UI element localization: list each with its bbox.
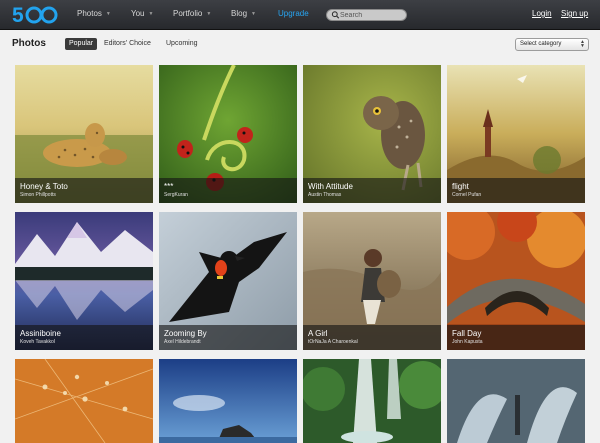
photo-image (303, 359, 441, 443)
photo-author: John Kapusta (452, 339, 483, 345)
photo-title: Assiniboine (20, 329, 61, 338)
tab-upcoming[interactable]: Upcoming (166, 38, 198, 50)
tab-editors-choice[interactable]: Editors' Choice (104, 38, 151, 50)
nav-you[interactable]: You ▼ (131, 9, 153, 18)
svg-text:5: 5 (12, 4, 24, 27)
photo-tile[interactable]: Honey & Toto Simon Phillpotts (15, 65, 153, 203)
photo-tile[interactable]: Zooming By Axel Hildebrandt (159, 212, 297, 350)
signup-link[interactable]: Sign up (561, 9, 588, 18)
nav-photos[interactable]: Photos ▼ (77, 9, 111, 18)
page-title: Photos (12, 38, 46, 49)
photo-tile[interactable]: flight Cornel Pufan (447, 65, 585, 203)
photo-tile[interactable]: With Attitude Austin Thomas (303, 65, 441, 203)
photo-author: Cornel Pufan (452, 192, 482, 198)
search-box[interactable] (326, 9, 407, 21)
nav-blog[interactable]: Blog ▼ (231, 9, 256, 18)
photo-caption: Assiniboine Koveh Tavakkol (15, 325, 153, 350)
nav-photos-label: Photos (77, 9, 102, 18)
photo-tile[interactable] (303, 359, 441, 443)
photo-title: With Attitude (308, 182, 353, 191)
chevron-down-icon: ▼ (206, 11, 212, 17)
photo-caption: flight Cornel Pufan (447, 178, 585, 203)
photo-caption: Honey & Toto Simon Phillpotts (15, 178, 153, 203)
photo-title: flight (452, 182, 469, 191)
select-arrows-icon: ▲ ▼ (580, 39, 585, 49)
search-icon (331, 11, 340, 19)
nav-upgrade[interactable]: Upgrade (278, 9, 309, 18)
photo-tile[interactable]: *** SergKuran (159, 65, 297, 203)
chevron-down-icon: ▼ (251, 11, 256, 17)
chevron-down-icon: ▼ (148, 11, 154, 17)
nav-blog-label: Blog (231, 9, 248, 18)
photo-title: Honey & Toto (20, 182, 68, 191)
photo-image (159, 359, 297, 443)
photo-caption: Fall Day John Kapusta (447, 325, 585, 350)
nav-portfolio-label: Portfolio (173, 9, 203, 18)
nav-portfolio[interactable]: Portfolio ▼ (173, 9, 211, 18)
photo-caption: Zooming By Axel Hildebrandt (159, 325, 297, 350)
top-bar: 5 Photos ▼ You ▼ Portfolio ▼ Blog ▼ Upgrade … (0, 0, 600, 30)
photo-tile[interactable]: Assiniboine Koveh Tavakkol (15, 212, 153, 350)
photo-tile[interactable] (447, 359, 585, 443)
photo-title: Fall Day (452, 329, 482, 338)
photo-author: tOrNaJa A Charoenkal (308, 339, 358, 345)
photo-caption: With Attitude Austin Thomas (303, 178, 441, 203)
logo-500[interactable]: 5 (11, 2, 59, 28)
photo-tile[interactable] (15, 359, 153, 443)
photo-title: A Girl (308, 329, 328, 338)
photo-image (447, 359, 585, 443)
nav-you-label: You (131, 9, 145, 18)
category-select[interactable]: Select category ▲ ▼ (515, 38, 589, 51)
category-select-label: Select category (520, 41, 562, 47)
photo-title: Zooming By (164, 329, 207, 338)
photo-image (15, 359, 153, 443)
photo-tile[interactable] (159, 359, 297, 443)
photo-author: Austin Thomas (308, 192, 342, 198)
search-input[interactable] (340, 11, 404, 20)
photo-tile[interactable]: Fall Day John Kapusta (447, 212, 585, 350)
tab-popular[interactable]: Popular (65, 38, 98, 50)
photo-tile[interactable]: A Girl tOrNaJa A Charoenkal (303, 212, 441, 350)
photo-title: *** (164, 182, 174, 191)
photo-author: Koveh Tavakkol (20, 339, 55, 345)
photo-author: SergKuran (164, 192, 188, 198)
login-link[interactable]: Login (532, 9, 552, 18)
photo-caption: A Girl tOrNaJa A Charoenkal (303, 325, 441, 350)
photo-author: Axel Hildebrandt (164, 339, 201, 345)
photo-author: Simon Phillpotts (20, 192, 56, 198)
chevron-down-icon: ▼ (105, 11, 111, 17)
photo-caption: *** SergKuran (159, 178, 297, 203)
